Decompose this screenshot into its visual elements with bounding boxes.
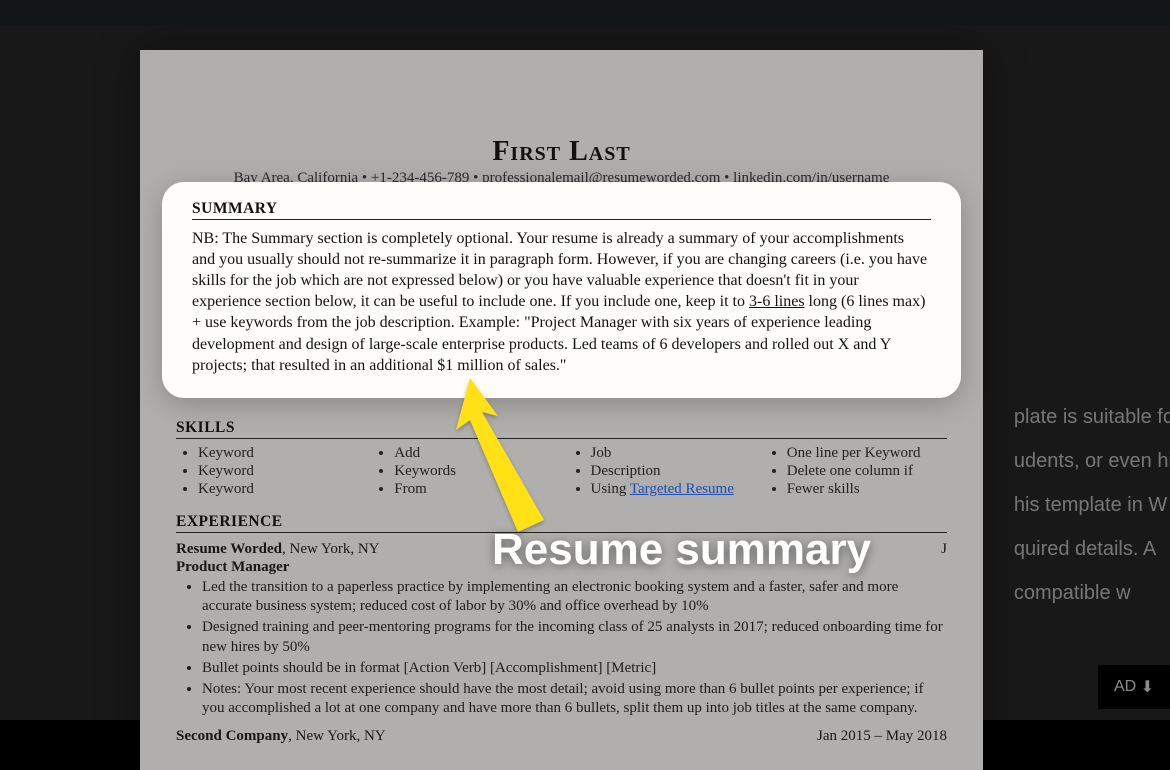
skill-item: Fewer skills	[787, 481, 947, 498]
job-location: , New York, NY	[288, 728, 386, 744]
skills-columns: Keyword Keyword Keyword Add Keywords Fro…	[176, 445, 947, 499]
job-dates: Jan 2015 – May 2018	[817, 728, 947, 745]
skill-item: Keyword	[198, 463, 358, 480]
summary-highlight-card: SUMMARY NB: The Summary section is compl…	[162, 182, 961, 398]
job-bullet: Led the transition to a paperless practi…	[202, 578, 947, 616]
skill-item: Keyword	[198, 445, 358, 462]
skill-text: Using	[591, 481, 630, 497]
summary-body-text: NB: The Summary section is completely op…	[192, 228, 931, 376]
job-header-row: Second Company, New York, NY Jan 2015 – …	[176, 728, 947, 745]
skill-item: Using Targeted Resume	[591, 481, 751, 498]
job-bullets: Led the transition to a paperless practi…	[176, 578, 947, 718]
section-heading-summary: SUMMARY	[192, 200, 931, 220]
resume-document: First Last Bay Area, California • +1-234…	[140, 50, 983, 770]
annotation-label: Resume summary	[492, 525, 871, 575]
skill-item: Job	[591, 445, 751, 462]
job-bullet: Bullet points should be in format [Actio…	[202, 659, 947, 678]
skill-item: Description	[591, 463, 751, 480]
skill-item: Add	[394, 445, 554, 462]
job-bullet: Designed training and peer-mentoring pro…	[202, 618, 947, 656]
summary-lines-count: 3-6 lines	[749, 293, 805, 310]
skills-col-1: Keyword Keyword Keyword	[176, 445, 358, 499]
job-bullet: Notes: Your most recent experience shoul…	[202, 680, 947, 718]
resume-name: First Last	[176, 136, 947, 168]
skill-item: Keywords	[394, 463, 554, 480]
job-company: Resume Worded	[176, 541, 282, 557]
skills-col-4: One line per Keyword Delete one column i…	[765, 445, 947, 499]
skill-item: Keyword	[198, 481, 358, 498]
skills-col-3: Job Description Using Targeted Resume	[569, 445, 751, 499]
job-location: , New York, NY	[282, 541, 380, 557]
job-dates: J	[941, 541, 947, 558]
skill-item: From	[394, 481, 554, 498]
skill-item: Delete one column if	[787, 463, 947, 480]
job-company: Second Company	[176, 728, 288, 744]
page-background: plate is suitable fo udents, or even hi …	[0, 25, 1170, 720]
targeted-resume-link[interactable]: Targeted Resume	[630, 481, 734, 497]
skill-item: One line per Keyword	[787, 445, 947, 462]
skills-col-2: Add Keywords From	[372, 445, 554, 499]
section-heading-skills: SKILLS	[176, 419, 947, 439]
